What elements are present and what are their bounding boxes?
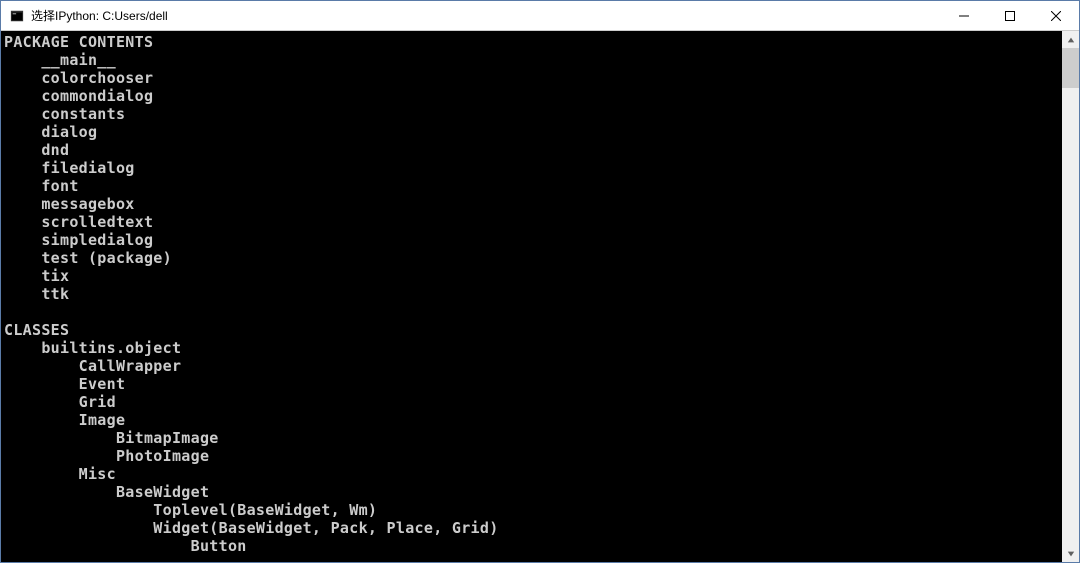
maximize-button[interactable]	[987, 1, 1033, 30]
terminal-line: BitmapImage	[4, 429, 1062, 447]
scroll-thumb[interactable]	[1062, 48, 1079, 88]
terminal-line: dialog	[4, 123, 1062, 141]
terminal-line: Widget(BaseWidget, Pack, Place, Grid)	[4, 519, 1062, 537]
terminal-line: Button	[4, 537, 1062, 555]
terminal-line: Event	[4, 375, 1062, 393]
terminal-line: ttk	[4, 285, 1062, 303]
close-button[interactable]	[1033, 1, 1079, 30]
terminal-line	[4, 303, 1062, 321]
terminal-line: commondialog	[4, 87, 1062, 105]
terminal-line: constants	[4, 105, 1062, 123]
terminal-line: colorchooser	[4, 69, 1062, 87]
vertical-scrollbar[interactable]	[1062, 31, 1079, 562]
terminal-line: __main__	[4, 51, 1062, 69]
terminal-line: CLASSES	[4, 321, 1062, 339]
terminal-line: tix	[4, 267, 1062, 285]
terminal-line: simpledialog	[4, 231, 1062, 249]
terminal-line: BaseWidget	[4, 483, 1062, 501]
terminal-line: Grid	[4, 393, 1062, 411]
window-title: 选择IPython: C:Users/dell	[31, 7, 941, 24]
window: 选择IPython: C:Users/dell PACKAGE CONTENTS…	[0, 0, 1080, 563]
terminal-line: PhotoImage	[4, 447, 1062, 465]
terminal-line: Image	[4, 411, 1062, 429]
terminal-line: filedialog	[4, 159, 1062, 177]
terminal-line: Misc	[4, 465, 1062, 483]
content-wrap: PACKAGE CONTENTS __main__ colorchooser c…	[1, 31, 1079, 562]
terminal-line: Toplevel(BaseWidget, Wm)	[4, 501, 1062, 519]
scroll-track[interactable]	[1062, 48, 1079, 545]
scroll-down-button[interactable]	[1062, 545, 1079, 562]
terminal-line: test (package)	[4, 249, 1062, 267]
terminal-output[interactable]: PACKAGE CONTENTS __main__ colorchooser c…	[1, 31, 1062, 562]
terminal-line: font	[4, 177, 1062, 195]
scroll-up-button[interactable]	[1062, 31, 1079, 48]
titlebar[interactable]: 选择IPython: C:Users/dell	[1, 1, 1079, 31]
terminal-line: builtins.object	[4, 339, 1062, 357]
terminal-line: scrolledtext	[4, 213, 1062, 231]
app-icon	[9, 8, 25, 24]
terminal-line: dnd	[4, 141, 1062, 159]
titlebar-controls	[941, 1, 1079, 30]
terminal-line: PACKAGE CONTENTS	[4, 33, 1062, 51]
terminal-line: messagebox	[4, 195, 1062, 213]
minimize-button[interactable]	[941, 1, 987, 30]
terminal-line: CallWrapper	[4, 357, 1062, 375]
